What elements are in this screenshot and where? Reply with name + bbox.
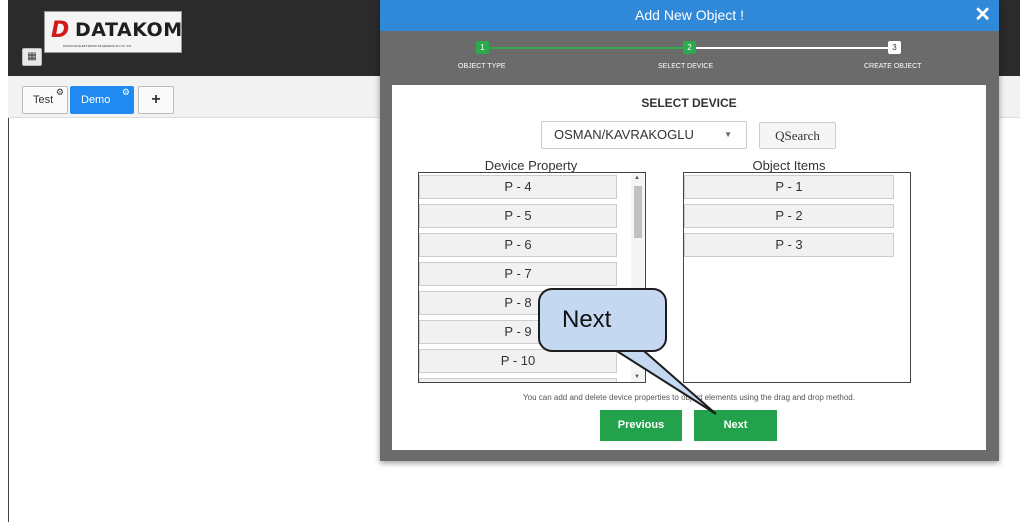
step-3-label: CREATE OBJECT	[864, 63, 922, 70]
device-select-value: OSMAN/KAVRAKOGLU	[554, 127, 694, 142]
add-tab-button[interactable]: +	[138, 86, 174, 114]
next-button[interactable]: Next	[694, 410, 777, 441]
progress-line-complete	[484, 47, 686, 49]
step-2-marker: 2	[683, 41, 696, 54]
device-select[interactable]: OSMAN/KAVRAKOGLU ▼	[541, 121, 747, 149]
search-button[interactable]: QSearch	[759, 122, 836, 149]
list-item[interactable]: P - 3	[684, 233, 894, 257]
logo-subtext: DATAKOM ELEKTRONIK MUHENDISLIK LTD. STI.	[63, 44, 133, 48]
step-2-label: SELECT DEVICE	[658, 63, 714, 70]
chevron-down-icon: ▼	[724, 130, 732, 139]
object-items-title: Object Items	[752, 158, 826, 173]
close-icon[interactable]: ✕	[974, 3, 991, 27]
gear-icon[interactable]: ⚙	[122, 88, 130, 97]
tab-test[interactable]: Test ⚙	[22, 86, 68, 114]
select-device-panel: SELECT DEVICE OSMAN/KAVRAKOGLU ▼ QSearch…	[392, 85, 986, 450]
list-item-partial[interactable]	[419, 378, 617, 382]
list-item[interactable]: P - 7	[419, 262, 617, 286]
scroll-down-icon[interactable]: ▼	[634, 374, 640, 380]
drag-drop-hint: You can add and delete device properties…	[523, 393, 855, 402]
step-1-label: OBJECT TYPE	[458, 63, 506, 70]
next-callout: Next	[538, 288, 667, 352]
section-title: SELECT DEVICE	[641, 96, 737, 110]
scroll-thumb[interactable]	[634, 186, 642, 238]
modal-title: Add New Object !	[635, 7, 744, 23]
logo-mark: D	[51, 18, 70, 43]
step-1-marker: 1	[476, 41, 489, 54]
object-items-list[interactable]: P - 1 P - 2 P - 3	[683, 172, 911, 383]
apps-grid-icon[interactable]: ▦	[22, 48, 42, 66]
list-item[interactable]: P - 1	[684, 175, 894, 199]
modal-header: Add New Object ! ✕	[380, 0, 999, 31]
datakom-logo: D DATAKOM DATAKOM ELEKTRONIK MUHENDISLIK…	[44, 11, 182, 53]
progress-line-pending	[694, 47, 890, 49]
list-item[interactable]: P - 10	[419, 349, 617, 373]
device-property-title: Device Property	[484, 158, 578, 173]
previous-button[interactable]: Previous	[600, 410, 682, 441]
plus-icon: +	[151, 91, 161, 108]
list-item[interactable]: P - 6	[419, 233, 617, 257]
logo-text: DATAKOM	[75, 19, 183, 41]
scroll-up-icon[interactable]: ▲	[634, 175, 640, 181]
list-item[interactable]: P - 2	[684, 204, 894, 228]
tab-demo-label: Demo	[81, 94, 111, 106]
gear-icon[interactable]: ⚙	[56, 88, 64, 97]
tab-demo[interactable]: Demo ⚙	[70, 86, 134, 114]
list-item[interactable]: P - 5	[419, 204, 617, 228]
list-item[interactable]: P - 4	[419, 175, 617, 199]
step-3-marker: 3	[888, 41, 901, 54]
add-object-modal: Add New Object ! ✕ 1 2 3 OBJECT TYPE SEL…	[380, 0, 999, 461]
tab-test-label: Test	[33, 94, 54, 106]
